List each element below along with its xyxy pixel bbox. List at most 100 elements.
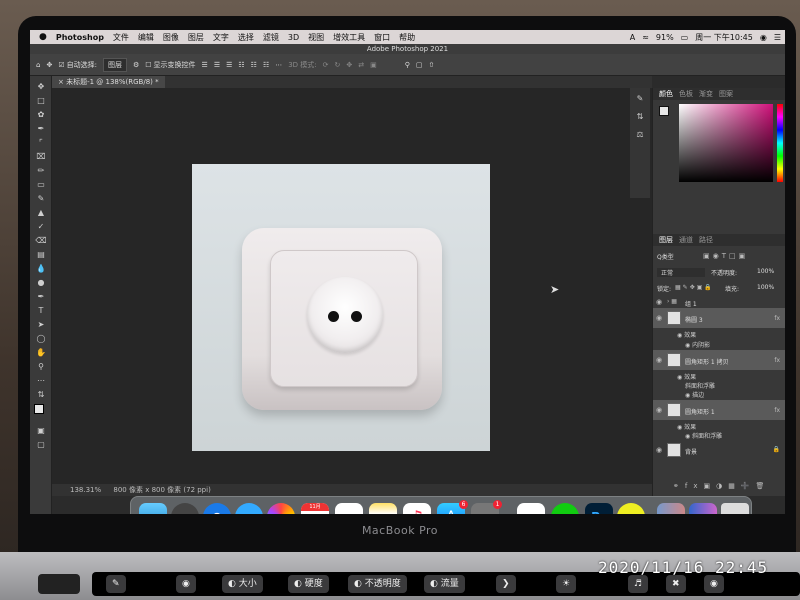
layer-group[interactable]: ◉ › ▦ 组 1 <box>653 296 785 308</box>
user-icon[interactable]: ◉ <box>760 33 767 42</box>
touchbar-color-icon[interactable]: ◉ <box>176 575 196 593</box>
downloads-folder-icon[interactable] <box>689 503 717 514</box>
swap-colors-icon[interactable]: ⇅ <box>34 390 48 400</box>
share-icon[interactable]: ⇧ <box>429 61 435 69</box>
touchbar-size-button[interactable]: ◐ 大小 <box>222 575 263 593</box>
layer-item[interactable]: ◉ 椭圆 3 fx <box>653 308 785 328</box>
calendar-icon[interactable]: 11月 16 <box>301 503 329 514</box>
layer-item[interactable]: ◉ 圆角矩形 1 拷贝 fx <box>653 350 785 370</box>
layer-filter-icons[interactable]: ▣◉T□▣ <box>703 252 748 260</box>
menu-3d[interactable]: 3D <box>288 33 299 42</box>
menu-layer[interactable]: 图层 <box>188 32 204 43</box>
visibility-eye-icon[interactable]: ◉ <box>656 406 662 414</box>
search-icon[interactable]: ⚲ <box>405 61 410 69</box>
effect-bevel-emboss[interactable]: ◉ 斜面和浮雕 <box>685 431 722 440</box>
show-transform-checkbox[interactable]: ☐ <box>145 61 151 69</box>
safari-icon[interactable] <box>203 503 231 514</box>
lock-icon[interactable]: 🔒 <box>773 446 780 453</box>
menu-help[interactable]: 帮助 <box>399 32 415 43</box>
healing-brush-tool-icon[interactable]: ▭ <box>34 180 48 190</box>
menu-app-name[interactable]: Photoshop <box>56 33 104 42</box>
layer-item[interactable]: ◉ 圆角矩形 1 fx <box>653 400 785 420</box>
menu-window[interactable]: 窗口 <box>374 32 390 43</box>
tab-swatches[interactable]: 色板 <box>679 89 693 99</box>
launchpad-icon[interactable] <box>171 503 199 514</box>
home-icon[interactable]: ⌂ <box>36 61 40 69</box>
menu-type[interactable]: 文字 <box>213 32 229 43</box>
trash-icon[interactable] <box>721 503 749 514</box>
effect-stroke[interactable]: ◉ 描边 <box>685 390 704 399</box>
auto-select-checkbox[interactable]: ☑ <box>58 61 64 69</box>
wechat-icon[interactable] <box>551 503 579 514</box>
move-tool-icon[interactable]: ✥ <box>46 61 52 69</box>
touchbar-collapse-icon[interactable]: ❯ <box>496 575 516 593</box>
ellipse-tool-icon[interactable]: ◯ <box>34 334 48 344</box>
edit-toolbar-icon[interactable]: ⋯ <box>34 376 48 386</box>
esc-key[interactable] <box>38 574 80 594</box>
align-left-icon[interactable]: ☰ <box>202 61 208 69</box>
blur-tool-icon[interactable]: 💧 <box>34 264 48 274</box>
adjustments-panel-icon[interactable]: ⇅ <box>633 112 647 122</box>
layer-fx-icon[interactable]: fx <box>774 357 780 364</box>
finder-icon[interactable] <box>139 503 167 514</box>
music-icon[interactable]: ♫ <box>403 503 431 514</box>
screen-mode-icon[interactable]: ▢ <box>34 440 48 450</box>
menu-file[interactable]: 文件 <box>113 32 129 43</box>
zoom-level[interactable]: 138.31% <box>70 486 101 494</box>
scale-3d-icon[interactable]: ▣ <box>370 61 377 69</box>
input-method-icon[interactable]: A <box>630 33 635 42</box>
drag-3d-icon[interactable]: ✥ <box>346 61 352 69</box>
fill-value[interactable]: 100% <box>757 284 774 291</box>
foreground-color-swatch[interactable] <box>34 404 44 414</box>
touchbar-flow-button[interactable]: ◐ 流量 <box>424 575 465 593</box>
align-middle-icon[interactable]: ☷ <box>251 61 257 69</box>
menu-select[interactable]: 选择 <box>238 32 254 43</box>
menu-filter[interactable]: 滤镜 <box>263 32 279 43</box>
menu-view[interactable]: 视图 <box>308 32 324 43</box>
orbit-3d-icon[interactable]: ⟳ <box>323 61 329 69</box>
pen-tool-icon[interactable]: ✒ <box>34 292 48 302</box>
stamp-tool-icon[interactable]: ▲ <box>34 208 48 218</box>
touchbar-volume-icon[interactable]: ♬ <box>628 575 649 593</box>
properties-panel-icon[interactable]: ⚖ <box>633 130 647 140</box>
more-options-icon[interactable]: ⋯ <box>275 61 282 69</box>
tab-layers[interactable]: 图层 <box>659 235 673 245</box>
lasso-tool-icon[interactable]: ✿ <box>34 110 48 120</box>
type-tool-icon[interactable]: T <box>34 306 48 316</box>
tab-gradients[interactable]: 渐变 <box>699 89 713 99</box>
opacity-value[interactable]: 100% <box>757 268 774 275</box>
align-right-icon[interactable]: ☰ <box>226 61 232 69</box>
color-panel-foreground-swatch[interactable] <box>659 106 669 116</box>
align-top-icon[interactable]: ☷ <box>238 61 244 69</box>
visibility-eye-icon[interactable]: ◉ <box>656 446 662 454</box>
brush-tool-icon[interactable]: ✎ <box>34 194 48 204</box>
baidu-netdisk-icon[interactable] <box>517 503 545 514</box>
path-select-tool-icon[interactable]: ➤ <box>34 320 48 330</box>
effect-bevel-emboss[interactable]: 斜面和浮雕 <box>685 381 715 390</box>
history-panel-icon[interactable]: ✎ <box>633 94 647 104</box>
document-tab[interactable]: × 未标题-1 @ 138%(RGB/8) * <box>52 76 165 88</box>
quick-mask-icon[interactable]: ▣ <box>34 426 48 436</box>
close-icon[interactable]: × <box>58 78 66 86</box>
gear-icon[interactable]: ⚙ <box>133 61 139 69</box>
layer-fx-icon[interactable]: fx <box>774 315 780 322</box>
qq-music-icon[interactable] <box>617 503 645 514</box>
color-picker-field[interactable] <box>679 104 773 182</box>
touchbar-mute-icon[interactable]: ✖ <box>666 575 686 593</box>
roll-3d-icon[interactable]: ↻ <box>335 61 341 69</box>
zoom-tool-icon[interactable]: ⚲ <box>34 362 48 372</box>
photos-icon[interactable] <box>267 503 295 514</box>
photoshop-icon[interactable]: Ps <box>585 503 613 514</box>
document-canvas[interactable] <box>192 164 490 451</box>
touchbar-brightness-icon[interactable]: ☀ <box>556 575 577 593</box>
layer-filter-dropdown[interactable]: Q类型 <box>657 252 674 261</box>
workspace-icon[interactable]: ▢ <box>416 61 423 69</box>
lock-icons[interactable]: ▦✎✥▣🔒 <box>675 284 714 291</box>
hue-slider[interactable] <box>777 104 783 182</box>
align-center-icon[interactable]: ☰ <box>214 61 220 69</box>
history-brush-tool-icon[interactable]: ✓ <box>34 222 48 232</box>
desktop-folder-icon[interactable] <box>657 503 685 514</box>
reminders-icon[interactable] <box>335 503 363 514</box>
eyedropper-tool-icon[interactable]: ✏ <box>34 166 48 176</box>
hand-tool-icon[interactable]: ✋ <box>34 348 48 358</box>
